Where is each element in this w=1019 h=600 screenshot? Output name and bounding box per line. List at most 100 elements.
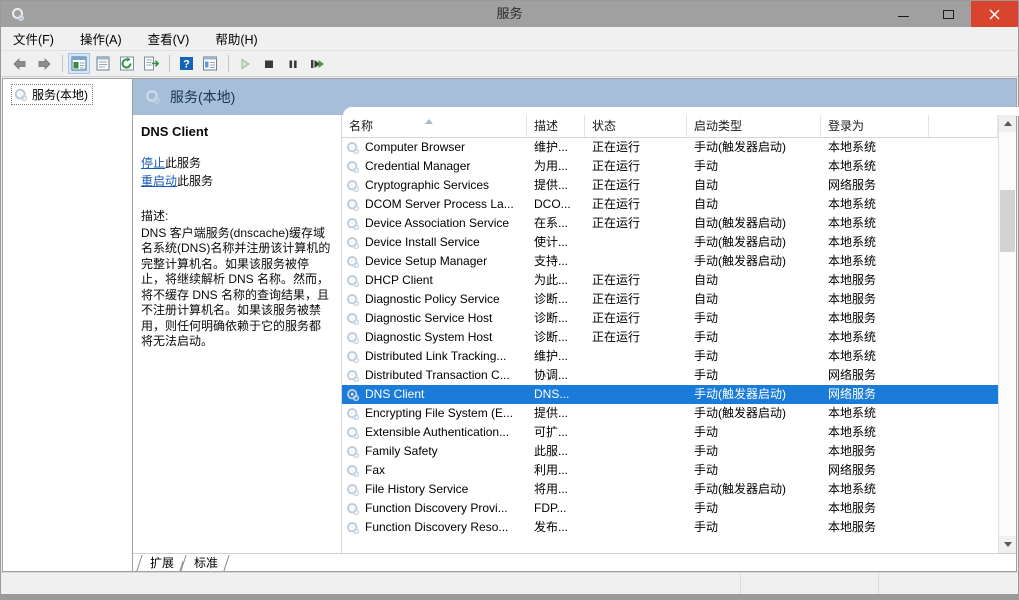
tab-standard[interactable]: 标准: [183, 555, 228, 571]
cell-name: Function Discovery Reso...: [342, 518, 527, 537]
table-row[interactable]: DHCP Client 为此... 正在运行 自动 本地服务: [342, 271, 998, 290]
column-header-description[interactable]: 描述: [527, 115, 585, 137]
service-gear-icon: [346, 293, 360, 307]
cell-startup-type: 手动: [694, 444, 719, 458]
column-header-status[interactable]: 状态: [585, 115, 687, 137]
cell-name-label: Computer Browser: [365, 140, 466, 154]
cell-name-label: Function Discovery Reso...: [365, 520, 509, 534]
scroll-up-button[interactable]: [999, 115, 1016, 132]
refresh-icon[interactable]: [116, 53, 138, 74]
menu-action[interactable]: 操作(A): [78, 27, 133, 51]
table-row[interactable]: DNS Client DNS... 手动(触发器启动) 网络服务: [342, 385, 998, 404]
table-row[interactable]: Cryptographic Services 提供... 正在运行 自动 网络服务: [342, 176, 998, 195]
table-row[interactable]: Function Discovery Provi... FDP... 手动 本地服务: [342, 499, 998, 518]
table-row[interactable]: Device Setup Manager 支持... 手动(触发器启动) 本地系统: [342, 252, 998, 271]
cell-description: 提供...: [534, 406, 569, 420]
minimize-button[interactable]: [881, 1, 926, 27]
service-gear-icon: [346, 521, 360, 535]
table-row[interactable]: Distributed Transaction C... 协调... 手动 网络服务: [342, 366, 998, 385]
service-gear-icon: [346, 483, 360, 497]
cell-name: Computer Browser: [342, 138, 527, 157]
cell-description: 为用...: [534, 159, 569, 173]
table-row[interactable]: Diagnostic Policy Service 诊断... 正在运行 自动 本地服务: [342, 290, 998, 309]
table-row[interactable]: Family Safety 此服... 手动 本地服务: [342, 442, 998, 461]
cell-name: Fax: [342, 461, 527, 480]
back-icon[interactable]: [9, 53, 31, 74]
window-title: 服务: [496, 6, 523, 21]
cell-name: Device Install Service: [342, 233, 527, 252]
cell-startup-type: 手动(触发器启动): [694, 406, 786, 420]
restart-service-link-text[interactable]: 重启动: [141, 174, 177, 188]
help-icon[interactable]: ?: [175, 53, 197, 74]
table-row[interactable]: Device Association Service 在系... 正在运行 自动(触发…: [342, 214, 998, 233]
cell-name-label: Device Setup Manager: [365, 254, 488, 268]
tab-extended[interactable]: 扩展: [139, 555, 184, 571]
table-row[interactable]: Fax 利用... 手动 网络服务: [342, 461, 998, 480]
stop-service-link[interactable]: 停止此服务: [141, 155, 331, 171]
cell-startup-type: 手动(触发器启动): [694, 235, 786, 249]
service-gear-icon: [346, 255, 360, 269]
pane-content: DNS Client 停止此服务 重启动此服务 描述: DNS 客户端服务(dn…: [133, 115, 1016, 553]
table-row[interactable]: Diagnostic System Host 诊断... 正在运行 手动 本地系统: [342, 328, 998, 347]
cell-startup-type: 手动: [694, 463, 719, 477]
cell-startup-type: 自动: [694, 273, 719, 287]
table-row[interactable]: Computer Browser 维护... 正在运行 手动(触发器启动) 本地系统: [342, 138, 998, 157]
cell-log-on-as: 本地系统: [828, 254, 877, 268]
table-row[interactable]: File History Service 将用... 手动(触发器启动) 本地系统: [342, 480, 998, 499]
table-row[interactable]: DCOM Server Process La... DCO... 正在运行 自动 本地系…: [342, 195, 998, 214]
cell-log-on-as: 网络服务: [828, 387, 877, 401]
status-segment-three: [879, 573, 1018, 594]
pause-service-icon[interactable]: [282, 53, 304, 74]
table-row[interactable]: Diagnostic Service Host 诊断... 正在运行 手动 本地服务: [342, 309, 998, 328]
menu-help[interactable]: 帮助(H): [213, 27, 268, 51]
pane-header: 服务(本地): [133, 79, 1019, 116]
column-header-spacer[interactable]: [929, 115, 998, 137]
status-bar: [1, 572, 1018, 594]
scrollbar-thumb[interactable]: [1000, 190, 1015, 252]
restart-service-link[interactable]: 重启动此服务: [141, 173, 331, 189]
show-list-icon[interactable]: [199, 53, 221, 74]
stop-service-icon[interactable]: [258, 53, 280, 74]
column-header-log-on-as[interactable]: 登录为: [821, 115, 929, 137]
toolbar-separator: [169, 55, 170, 72]
table-row[interactable]: Device Install Service 使计... 手动(触发器启动) 本地系统: [342, 233, 998, 252]
column-header-name[interactable]: 名称: [342, 115, 527, 137]
cell-name: DHCP Client: [342, 271, 527, 290]
table-row[interactable]: Extensible Authentication... 可扩... 手动 本地系统: [342, 423, 998, 442]
forward-icon[interactable]: [33, 53, 55, 74]
chevron-down-icon: [1003, 542, 1012, 547]
table-row[interactable]: Distributed Link Tracking... 维护... 手动 本地系统: [342, 347, 998, 366]
start-service-icon[interactable]: [234, 53, 256, 74]
export-list-icon[interactable]: [140, 53, 162, 74]
table-row[interactable]: Encrypting File System (E... 提供... 手动(触发器启…: [342, 404, 998, 423]
properties-icon[interactable]: [92, 53, 114, 74]
maximize-button[interactable]: [926, 1, 971, 27]
cell-name: File History Service: [342, 480, 527, 499]
status-segment-main: [1, 573, 741, 594]
table-row[interactable]: Credential Manager 为用... 正在运行 手动 本地系统: [342, 157, 998, 176]
restart-service-icon[interactable]: [306, 53, 328, 74]
description-text: DNS 客户端服务(dnscache)缓存域名系统(DNS)名称并注册该计算机的…: [141, 225, 331, 349]
vertical-scrollbar[interactable]: [998, 115, 1016, 553]
stop-service-link-text[interactable]: 停止: [141, 156, 165, 170]
tree-item-services-local[interactable]: 服务(本地): [11, 84, 93, 105]
service-gear-icon: [346, 331, 360, 345]
column-header-startup-type[interactable]: 启动类型: [687, 115, 821, 137]
main-body: 服务(本地) 服务(本地) DNS Client 停止此服务 重启动此服务 描述…: [1, 77, 1019, 572]
close-button[interactable]: [971, 1, 1018, 27]
table-row[interactable]: Function Discovery Reso... 发布... 手动 本地服务: [342, 518, 998, 537]
cell-name: Distributed Transaction C...: [342, 366, 527, 385]
service-gear-icon: [346, 160, 360, 174]
cell-log-on-as: 本地系统: [828, 330, 877, 344]
window-controls: [881, 1, 1018, 27]
toolbar-separator: [62, 55, 63, 72]
cell-name-label: Credential Manager: [365, 159, 471, 173]
service-gear-icon: [346, 464, 360, 478]
scrollbar-track[interactable]: [999, 132, 1016, 536]
cell-log-on-as: 本地系统: [828, 235, 877, 249]
menu-view[interactable]: 查看(V): [146, 27, 201, 51]
cell-status: 正在运行: [592, 178, 641, 192]
scroll-down-button[interactable]: [999, 536, 1016, 553]
show-hide-tree-icon[interactable]: [68, 53, 90, 74]
menu-file[interactable]: 文件(F): [11, 27, 65, 51]
